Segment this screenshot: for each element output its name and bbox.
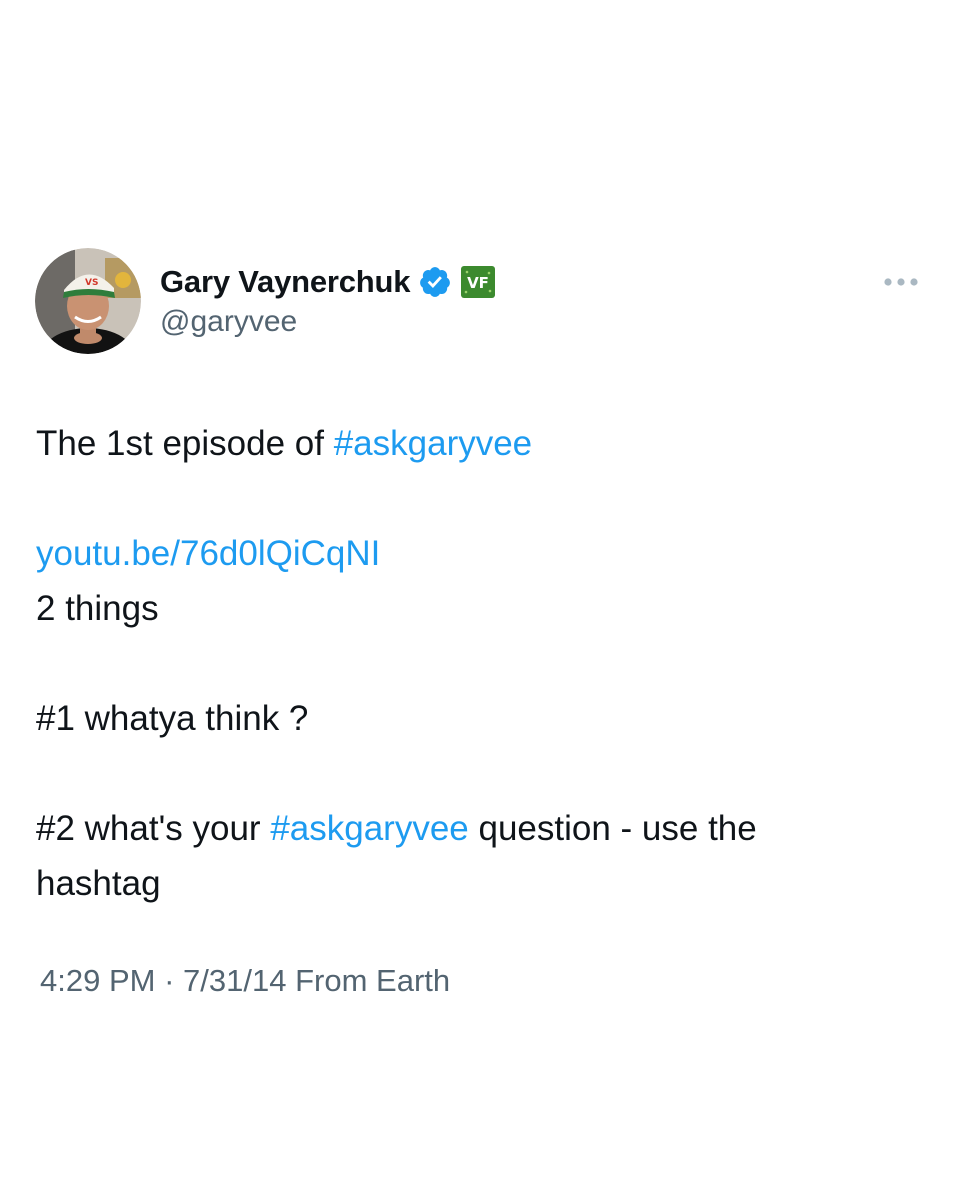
author-display-name[interactable]: Gary Vaynerchuk [160,264,411,300]
hashtag-link[interactable]: #askgaryvee [270,809,468,848]
more-horizontal-icon [884,278,918,286]
avatar-image: VS [35,248,141,354]
tweet-source: From Earth [295,963,451,998]
affiliate-badge-icon[interactable]: VF [460,265,496,299]
hashtag-link[interactable]: #askgaryvee [334,424,532,463]
affiliate-badge-text: VF [467,274,489,292]
tweet-line-point-2: #2 what's your #askgaryvee question - us… [36,801,916,856]
tweet-meta: 4:29 PM · 7/31/14 From Earth [40,963,450,999]
svg-text:VS: VS [85,278,98,288]
more-options-button[interactable] [879,268,923,296]
tweet-line-things: 2 things [36,589,159,628]
tweet-date[interactable]: 7/31/14 [183,963,286,998]
tweet-text: The 1st episode of #askgaryvee youtu.be/… [36,416,916,911]
verified-check-icon[interactable] [418,265,452,299]
author-name-row: Gary Vaynerchuk VF [160,262,496,302]
author-handle[interactable]: @garyvee [160,305,297,339]
tweet-line-hashtag: hashtag [36,864,161,903]
tweet-point-2-text: #2 what's your [36,809,271,848]
tweet-line-intro: The 1st episode of #askgaryvee [36,416,916,471]
youtube-link[interactable]: youtu.be/76d0lQiCqNI [36,534,380,573]
tweet-intro-text: The 1st episode of [36,424,334,463]
author-avatar[interactable]: VS [35,248,141,354]
meta-separator: · [164,963,175,998]
tweet-time[interactable]: 4:29 PM [40,963,155,998]
tweet-line-point-1: #1 whatya think ? [36,699,309,738]
tweet-card: VS Gary Vaynerchuk VF @garyvee The 1st e… [0,0,960,1200]
tweet-line-link: youtu.be/76d0lQiCqNI [36,526,916,581]
tweet-point-2-tail: question - use the [468,809,757,848]
